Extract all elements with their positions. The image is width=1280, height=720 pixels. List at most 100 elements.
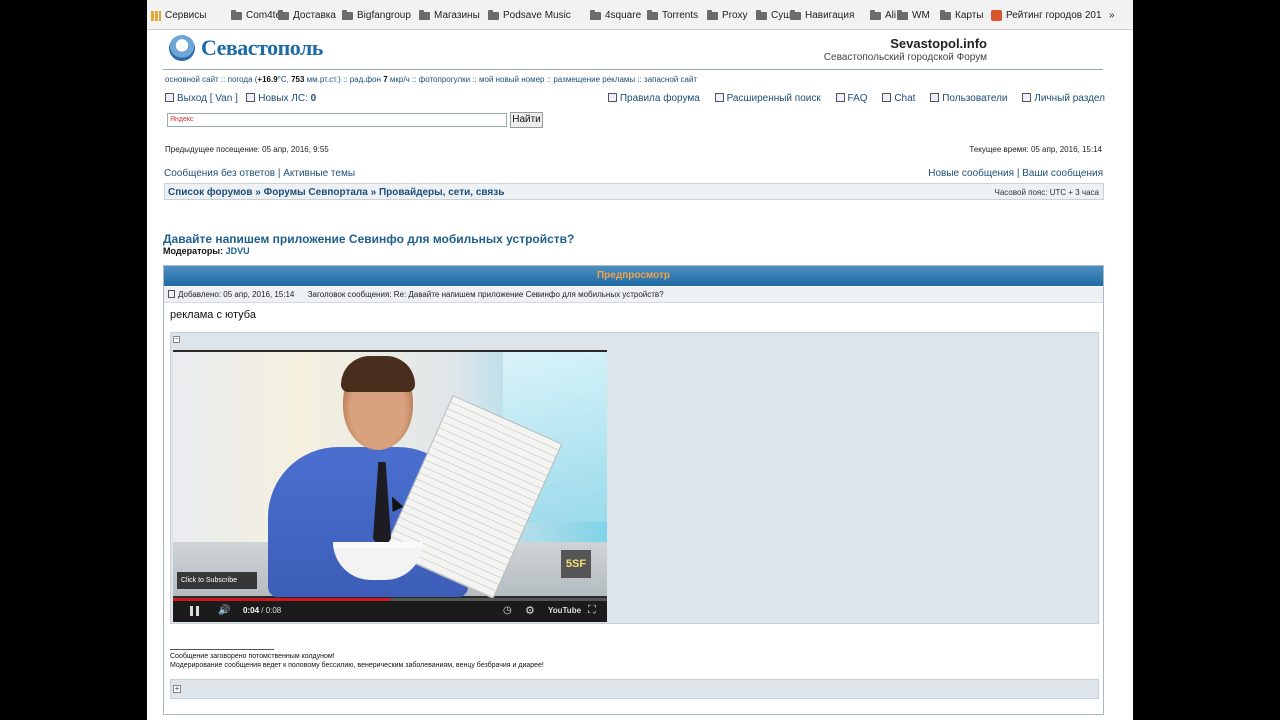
site-title: Sevastopol.info xyxy=(890,36,987,51)
backup-site-link[interactable]: запасной сайт xyxy=(644,75,697,84)
youtube-logo-icon[interactable]: YouTube xyxy=(548,606,581,615)
collapse-toggle[interactable]: − xyxy=(173,336,180,343)
folder-icon xyxy=(870,9,881,20)
bookmark-label: Podsave Music xyxy=(503,10,571,21)
ads-link[interactable]: размещение рекламы xyxy=(553,75,635,84)
folder-icon xyxy=(940,9,951,20)
bookmark-label: Доставка xyxy=(293,10,336,21)
logout-icon xyxy=(165,93,174,102)
site-subtitle: Севастопольский городской Форум xyxy=(823,52,987,63)
pm-icon xyxy=(246,93,256,102)
bookmark-3[interactable]: Доставка xyxy=(278,9,336,21)
folder-icon xyxy=(590,9,601,20)
breadcrumb-sevportal[interactable]: Форумы Севпортала xyxy=(264,187,368,198)
photo-walks-link[interactable]: фотопрогулки xyxy=(419,75,471,84)
search-input[interactable]: Яндекс xyxy=(167,113,507,127)
bookmark-7[interactable]: 4square xyxy=(590,9,641,21)
video-frame: 5SF Click to Subscribe xyxy=(173,352,607,600)
bookmark-15[interactable]: Рейтинг городов 201 xyxy=(991,10,1102,21)
logo-text: Севастополь xyxy=(201,35,323,60)
folder-icon xyxy=(790,9,801,20)
faq-link[interactable]: FAQ xyxy=(848,93,868,104)
breadcrumb-forums[interactable]: Список форумов xyxy=(168,187,253,198)
bookmark-11[interactable]: Навигация xyxy=(790,9,855,21)
folder-icon xyxy=(707,9,718,20)
bookmark-label: Магазины xyxy=(434,10,480,21)
new-posts-link[interactable]: Новые сообщения xyxy=(928,168,1014,179)
quicklinks-right: Новые сообщения | Ваши сообщения xyxy=(928,168,1103,179)
new-pm-count: 0 xyxy=(310,93,317,104)
logout-link[interactable]: Выход [ Van ] xyxy=(177,93,238,104)
youtube-player[interactable]: 5SF Click to Subscribe 🔊 0:04 / 0:08 ◷ ⚙… xyxy=(173,350,607,622)
personal-link[interactable]: Личный раздел xyxy=(1034,93,1105,104)
weather-link[interactable]: погода (+16.9°C, 753 мм.рт.ст.) xyxy=(228,75,341,84)
breadcrumb: Список форумов » Форумы Севпортала » Про… xyxy=(168,187,505,198)
bookmark-14[interactable]: Карты xyxy=(940,9,984,21)
video-time: 0:04 / 0:08 xyxy=(243,606,281,615)
post-body: реклама с ютуба xyxy=(170,309,256,321)
quicklinks-left: Сообщения без ответов | Активные темы xyxy=(164,168,356,179)
main-site-link[interactable]: основной сайт xyxy=(165,75,219,84)
bookmark-13[interactable]: WM xyxy=(897,9,930,21)
volume-icon[interactable]: 🔊 xyxy=(218,605,230,616)
pause-icon[interactable] xyxy=(190,606,199,616)
bookmark-6[interactable]: Podsave Music xyxy=(488,9,571,21)
advanced-search-link[interactable]: Расширенный поиск xyxy=(727,93,821,104)
folder-icon xyxy=(756,9,767,20)
breadcrumb-providers[interactable]: Провайдеры, сети, связь xyxy=(379,187,504,198)
channel-badge: 5SF xyxy=(561,550,591,578)
site-logo[interactable]: Севастополь xyxy=(169,35,323,61)
bookmark-label: WM xyxy=(912,10,930,21)
signature-line-2: Модерирование сообщения ведет к половому… xyxy=(170,662,544,669)
expand-toggle[interactable]: + xyxy=(173,685,181,693)
radiation-link[interactable]: рад.фон 7 мкр/ч xyxy=(350,75,410,84)
more-bookmarks-icon[interactable]: » xyxy=(1109,10,1115,21)
bookmark-12[interactable]: Ali xyxy=(870,9,897,21)
bookmark-label: Сервисы xyxy=(165,10,207,21)
users-link[interactable]: Пользователи xyxy=(942,93,1007,104)
current-time-label: 0:04 xyxy=(243,606,260,615)
signature-divider xyxy=(170,649,274,650)
favicon-icon xyxy=(991,10,1002,21)
bookmark-5[interactable]: Магазины xyxy=(419,9,480,21)
chat-link[interactable]: Chat xyxy=(894,93,915,104)
timezone: Часовой пояс: UTC + 3 часа xyxy=(994,188,1099,197)
unanswered-link[interactable]: Сообщения без ответов xyxy=(164,168,275,179)
rules-link[interactable]: Правила форума xyxy=(620,93,700,104)
preview-header: Предпросмотр xyxy=(164,266,1103,286)
bookmark-label: Навигация xyxy=(805,10,855,21)
watch-later-icon[interactable]: ◷ xyxy=(503,605,512,616)
preview-panel: Предпросмотр Добавлено: 05 апр, 2016, 15… xyxy=(163,265,1104,715)
folder-icon xyxy=(647,9,658,20)
folder-icon xyxy=(897,9,908,20)
bookmark-1[interactable]: Сервисы xyxy=(151,10,206,21)
signature-line-1: Сообщение заговорено потомственным колду… xyxy=(170,653,335,660)
city-emblem-icon xyxy=(169,35,195,61)
site-header: Севастополь Sevastopol.info Севастопольс… xyxy=(163,30,1103,70)
search-button[interactable]: Найти xyxy=(510,112,543,128)
bookmark-label: Ali xyxy=(885,10,897,21)
post-subject: Заголовок сообщения: Re: Давайте напишем… xyxy=(307,290,664,299)
your-posts-link[interactable]: Ваши сообщения xyxy=(1022,168,1103,179)
moderator-link[interactable]: JDVU xyxy=(226,246,250,256)
bookmark-4[interactable]: Bigfangroup xyxy=(342,9,411,21)
post-icon xyxy=(168,290,175,298)
fullscreen-icon[interactable]: ⛶ xyxy=(588,604,596,617)
bookmark-9[interactable]: Proxy xyxy=(707,9,748,21)
folder-icon xyxy=(342,9,353,20)
settings-gear-icon[interactable]: ⚙ xyxy=(525,604,535,617)
bookmark-label: Torrents xyxy=(662,10,699,21)
bookmark-8[interactable]: Torrents xyxy=(647,9,699,21)
bookmarks-bar: Сервисы Com4tel Доставка Bigfangroup Магазин… xyxy=(147,0,1133,30)
faq-icon xyxy=(835,93,845,102)
active-topics-link[interactable]: Активные темы xyxy=(283,168,355,179)
subscribe-button[interactable]: Click to Subscribe xyxy=(177,572,257,589)
pressure-value: 753 xyxy=(291,75,305,84)
new-number-link[interactable]: мой новый номер xyxy=(479,75,544,84)
signature: Сообщение заговорено потомственным колду… xyxy=(170,652,544,670)
folder-icon xyxy=(278,9,289,20)
topic-title[interactable]: Давайте напишем приложение Севинфо для м… xyxy=(163,232,574,246)
post-meta: Добавлено: 05 апр, 2016, 15:14 Заголовок… xyxy=(164,287,1103,303)
bookmark-2[interactable]: Com4tel xyxy=(231,9,283,21)
new-pm-link[interactable]: Новых ЛС: 0 xyxy=(258,93,316,104)
